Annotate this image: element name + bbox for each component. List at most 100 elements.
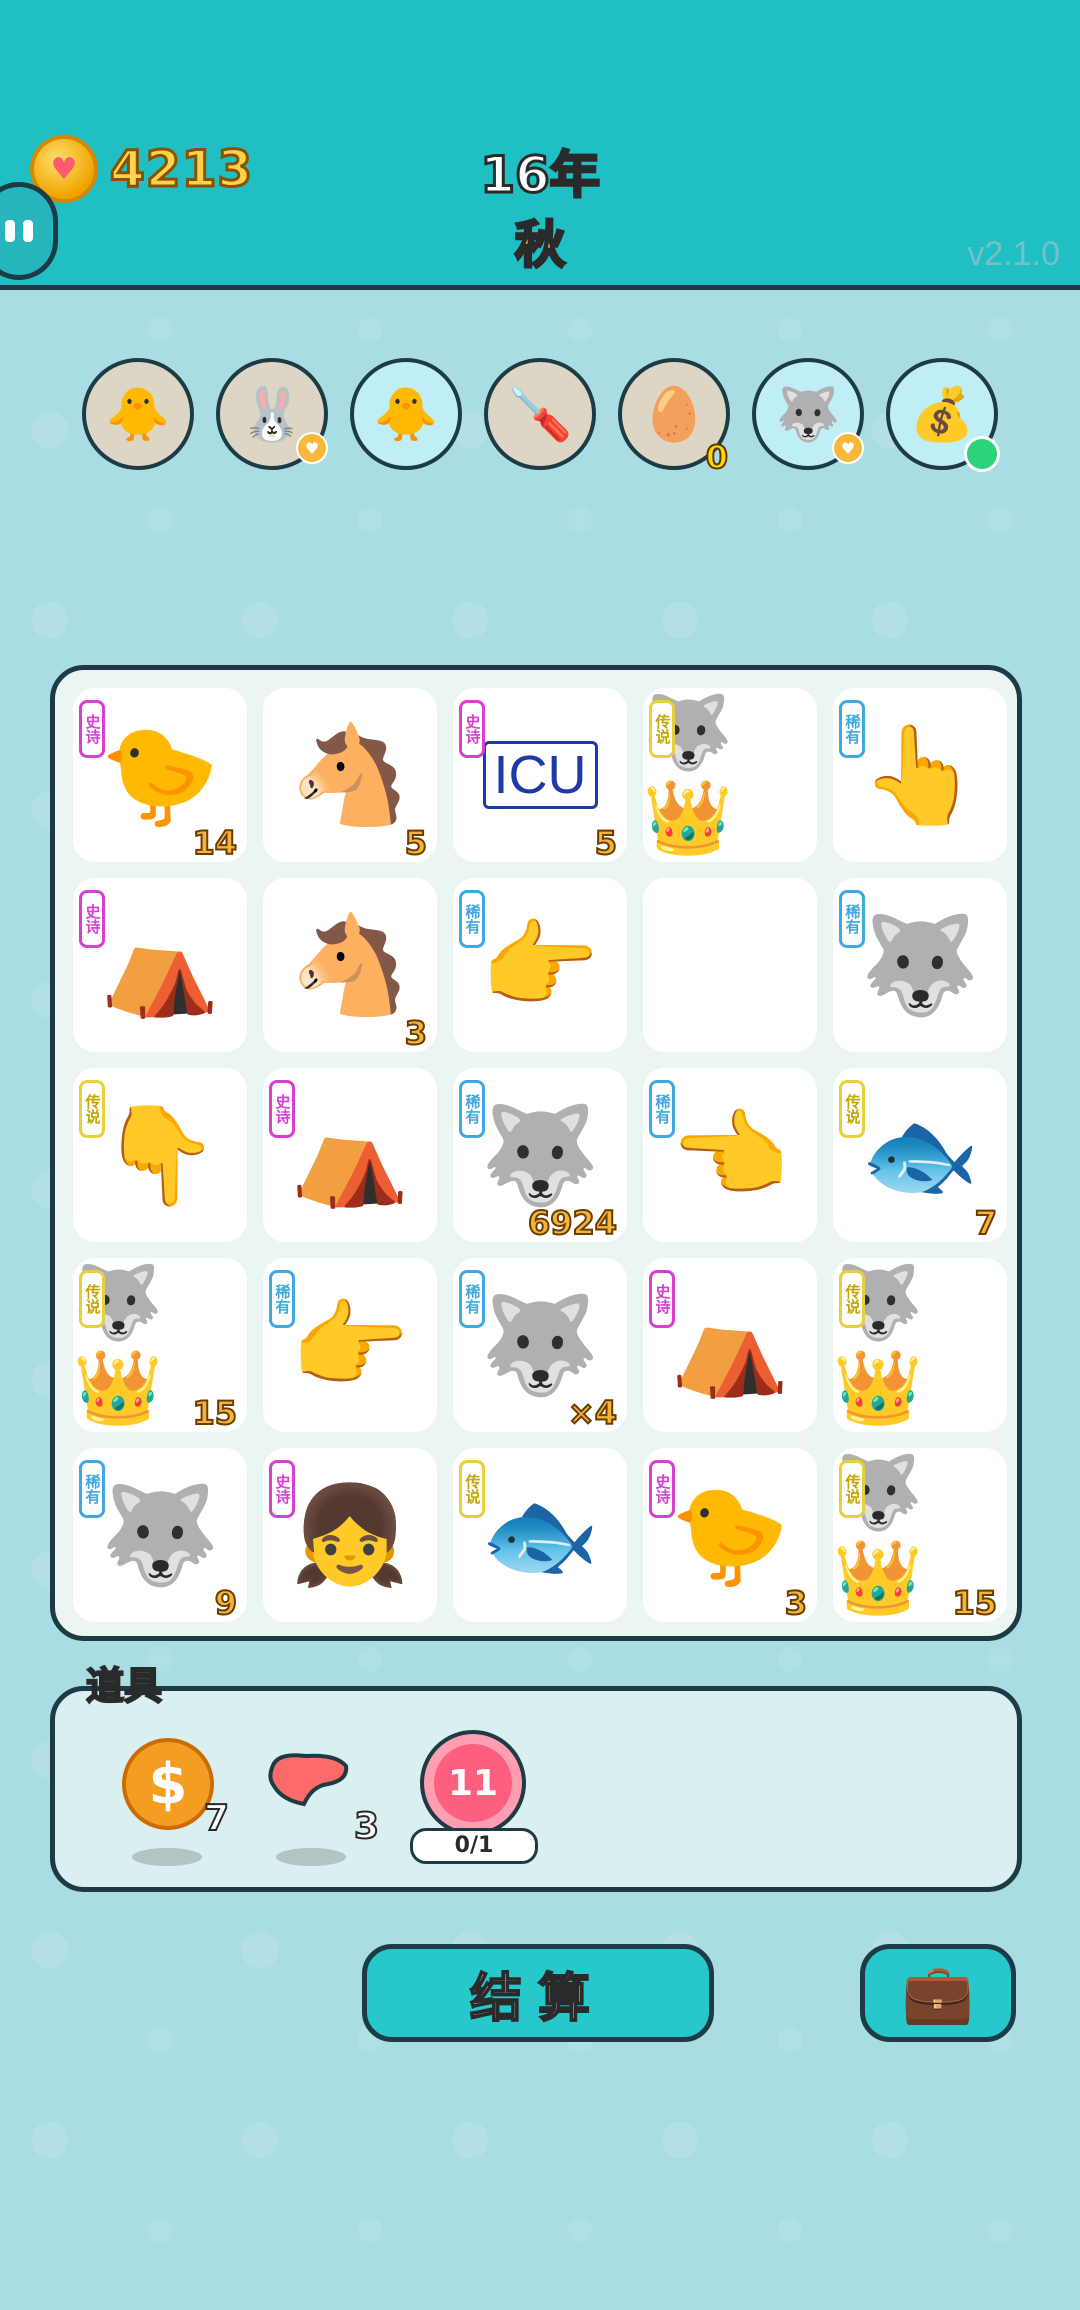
season-label: 秋 <box>514 215 567 276</box>
rarity-tag: 史诗 <box>459 700 485 758</box>
egg-carton-icon: 🥚 <box>641 384 707 445</box>
board-cell[interactable]: 传说 🐺👑 <box>643 688 817 862</box>
item-coin-count: 7 <box>203 1797 230 1840</box>
board-cell[interactable]: 稀有 🐺 9 <box>73 1448 247 1623</box>
rarity-tag: 史诗 <box>79 700 105 758</box>
piece-icon: 🐤 <box>670 1478 790 1591</box>
top-bar: ♥ 4213 16年 秋 v2.1.0 <box>0 0 1080 290</box>
piece-count: 15 <box>951 1583 998 1623</box>
rarity-tag: 传说 <box>459 1460 485 1518</box>
target-progress: 0/1 <box>410 1828 538 1864</box>
board-cell[interactable]: 传说 🐺👑 15 <box>73 1258 247 1433</box>
piece-icon: 👧 <box>290 1478 410 1591</box>
briefcase-icon: 💼 <box>901 1958 975 2027</box>
bag-button[interactable]: 💼 <box>860 1944 1016 2042</box>
settle-button[interactable]: 结算 <box>362 1944 714 2042</box>
year-label: 16年 <box>479 145 602 206</box>
items-title: 道具 <box>85 1663 163 1709</box>
chick-egg-icon: 🐥 <box>373 384 439 445</box>
piece-icon: 🐴 <box>290 718 410 831</box>
piece-icon: ⛺ <box>290 1098 410 1211</box>
piece-count: 6924 <box>527 1203 618 1243</box>
icu-icon: ICU <box>482 741 598 809</box>
board-cell[interactable]: 史诗 ⛺ <box>643 1258 817 1432</box>
board-cell[interactable]: 传说 🐺👑 <box>833 1258 1007 1432</box>
dollar-coin-icon: $ <box>122 1738 214 1830</box>
board-cell[interactable]: 史诗 🐤 3 <box>643 1448 817 1623</box>
tool-bag-icon[interactable]: 💰 <box>886 358 1000 472</box>
rarity-tag: 稀有 <box>839 700 865 758</box>
liver-icon <box>266 1738 350 1822</box>
piece-icon: 🐺 <box>480 1288 600 1401</box>
chick-egg-icon: 🐥 <box>105 384 171 445</box>
tool-chick-egg-icon[interactable]: 🐥 <box>350 358 462 470</box>
rarity-tag: 传说 <box>79 1270 105 1328</box>
rarity-tag: 稀有 <box>269 1270 295 1328</box>
item-liver-count: 3 <box>353 1805 380 1848</box>
piece-icon: ⛺ <box>100 908 220 1021</box>
board-cell[interactable]: 稀有 🐺 ×4 <box>453 1258 627 1433</box>
rarity-tag: 史诗 <box>269 1460 295 1518</box>
board-cell[interactable] <box>643 878 817 1052</box>
rarity-tag: 史诗 <box>649 1270 675 1328</box>
tool-husky-icon[interactable]: 🐺 ♥ <box>752 358 864 470</box>
rarity-tag: 史诗 <box>649 1460 675 1518</box>
notification-dot <box>964 436 1000 472</box>
board-cell[interactable]: 史诗 ⛺ <box>263 1068 437 1242</box>
liver-shape <box>268 1753 349 1807</box>
board-cell[interactable]: 稀有 👉 <box>263 1258 437 1432</box>
board-cell[interactable]: 传说 👇 <box>73 1068 247 1242</box>
tool-screwdriver-icon[interactable]: 🪛 <box>484 358 596 470</box>
board-cell[interactable]: 🐴 5 <box>263 688 437 863</box>
piece-count: 5 <box>404 823 428 863</box>
item-liver[interactable]: 3 <box>266 1738 380 1866</box>
version-label: v2.1.0 <box>967 235 1060 273</box>
rarity-tag: 稀有 <box>459 1080 485 1138</box>
piece-icon: 🐺 <box>860 908 980 1021</box>
rarity-tag: 传说 <box>649 700 675 758</box>
rarity-tag: 稀有 <box>459 1270 485 1328</box>
tool-badge: 0 <box>705 437 729 477</box>
board-cell[interactable]: 传说 🐺👑 15 <box>833 1448 1007 1623</box>
bag-icon: 💰 <box>909 384 975 445</box>
piece-icon: ⛺ <box>670 1288 790 1401</box>
piece-count: 3 <box>404 1013 428 1053</box>
board-cell[interactable]: 稀有 👈 <box>643 1068 817 1242</box>
board-cell[interactable]: 史诗 ⛺ <box>73 878 247 1052</box>
piece-count: 3 <box>784 1583 808 1623</box>
merge-board: 史诗 🐤 14 🐴 5 史诗 ICU 5 传说 🐺👑 稀有 👆 史诗 ⛺ 🐴 3 稀有 👉 稀有 🐺 传说 👇 史诗 ⛺ 稀有 🐺… <box>50 665 1022 1641</box>
rarity-tag: 稀有 <box>649 1080 675 1138</box>
rarity-tag: 史诗 <box>269 1080 295 1138</box>
board-cell[interactable]: 传说 🐟 7 <box>833 1068 1007 1243</box>
item-shadow <box>132 1848 202 1866</box>
board-cell[interactable]: 史诗 🐤 14 <box>73 688 247 863</box>
tool-rabbit-icon[interactable]: 🐰 ♥ <box>216 358 328 470</box>
board-cell[interactable]: 🐴 3 <box>263 878 437 1053</box>
board-cell[interactable]: 传说 🐟 <box>453 1448 627 1622</box>
piece-icon: 👆 <box>860 718 980 831</box>
item-shadow <box>276 1848 346 1866</box>
piece-icon: 🐺 <box>480 1098 600 1211</box>
pause-button[interactable] <box>0 182 58 280</box>
husky-icon: 🐺 <box>775 384 841 445</box>
piece-count: 14 <box>191 823 238 863</box>
tool-egg-carton-icon[interactable]: 🥚 0 <box>618 358 730 477</box>
piece-count: ×4 <box>567 1393 618 1433</box>
piece-icon: 🐤 <box>100 718 220 831</box>
rarity-tag: 传说 <box>839 1270 865 1328</box>
board-cell[interactable]: 史诗 ICU 5 <box>453 688 627 863</box>
piece-icon: 🐟 <box>860 1098 980 1211</box>
rarity-tag: 史诗 <box>79 890 105 948</box>
board-cell[interactable]: 稀有 👆 <box>833 688 1007 862</box>
board-cell[interactable]: 稀有 🐺 6924 <box>453 1068 627 1243</box>
item-coin[interactable]: $ 7 <box>122 1738 230 1866</box>
pause-icon-bar <box>23 220 33 242</box>
board-cell[interactable]: 稀有 🐺 <box>833 878 1007 1052</box>
rarity-tag: 传说 <box>839 1080 865 1138</box>
board-cell[interactable]: 史诗 👧 <box>263 1448 437 1622</box>
piece-count: 5 <box>594 823 618 863</box>
tool-chick-egg-icon[interactable]: 🐥 <box>82 358 194 470</box>
item-target[interactable]: 11 0/1 <box>410 1730 538 1864</box>
board-cell[interactable]: 稀有 👉 <box>453 878 627 1052</box>
piece-count: 9 <box>214 1583 238 1623</box>
